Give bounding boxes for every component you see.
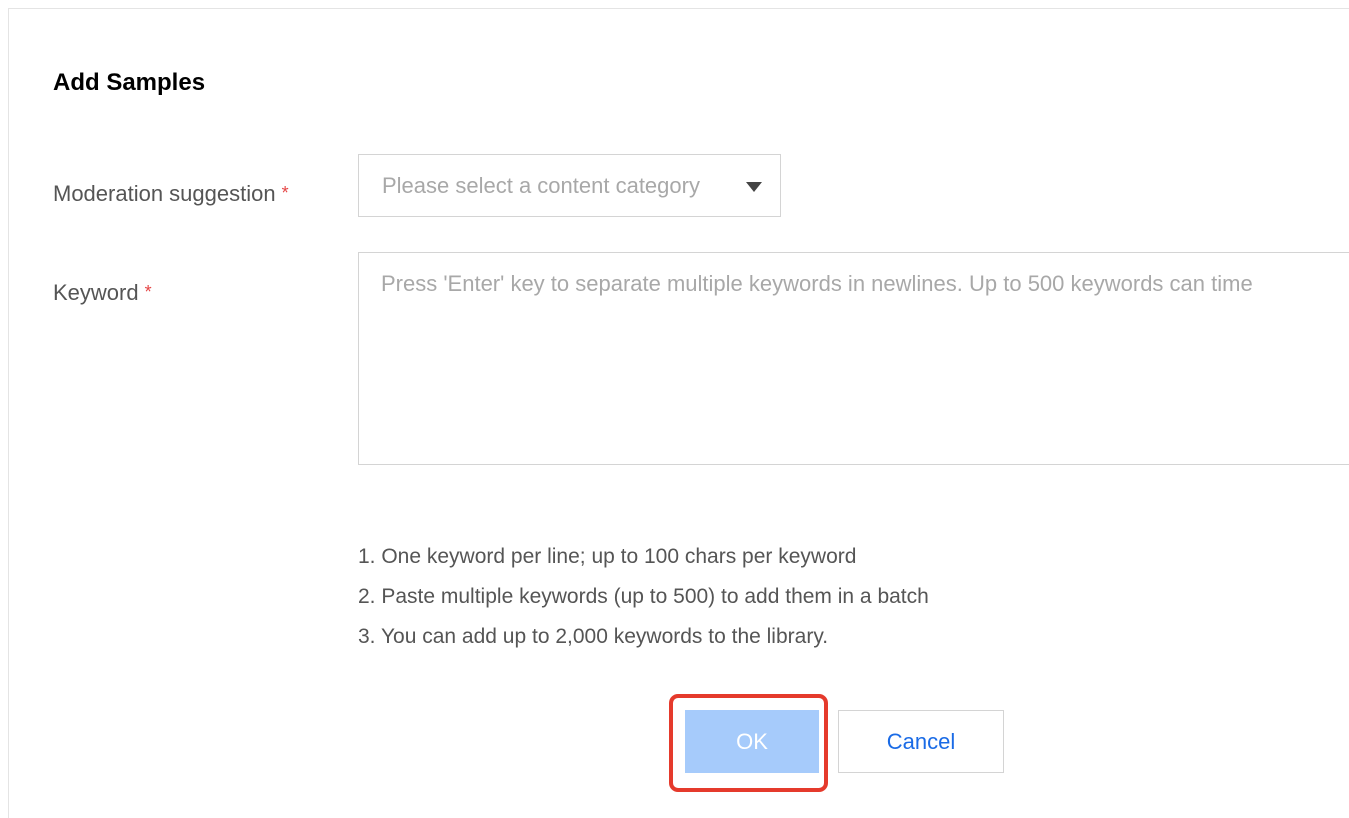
required-mark: * <box>281 183 289 203</box>
moderation-suggestion-label-text: Moderation suggestion <box>53 181 276 206</box>
required-mark: * <box>144 282 152 302</box>
hint-line: 1. One keyword per line; up to 100 chars… <box>358 545 857 568</box>
ok-button[interactable]: OK <box>685 710 819 773</box>
hint-line: 2. Paste multiple keywords (up to 500) t… <box>358 585 929 608</box>
hint-line: 3. You can add up to 2,000 keywords to t… <box>358 625 829 648</box>
dialog-title: Add Samples <box>53 69 206 96</box>
keyword-textarea[interactable] <box>358 252 1349 465</box>
keyword-hints: 1. One keyword per line; up to 100 chars… <box>358 537 929 657</box>
moderation-suggestion-placeholder: Please select a content category <box>382 173 700 198</box>
moderation-suggestion-label: Moderation suggestion * <box>53 181 289 207</box>
keyword-label-text: Keyword <box>53 280 139 305</box>
add-samples-dialog: Add Samples Moderation suggestion * Pleas… <box>8 8 1349 818</box>
moderation-suggestion-select[interactable]: Please select a content category <box>358 154 781 217</box>
cancel-button[interactable]: Cancel <box>838 710 1004 773</box>
caret-down-icon <box>746 182 762 192</box>
keyword-label: Keyword * <box>53 280 152 306</box>
